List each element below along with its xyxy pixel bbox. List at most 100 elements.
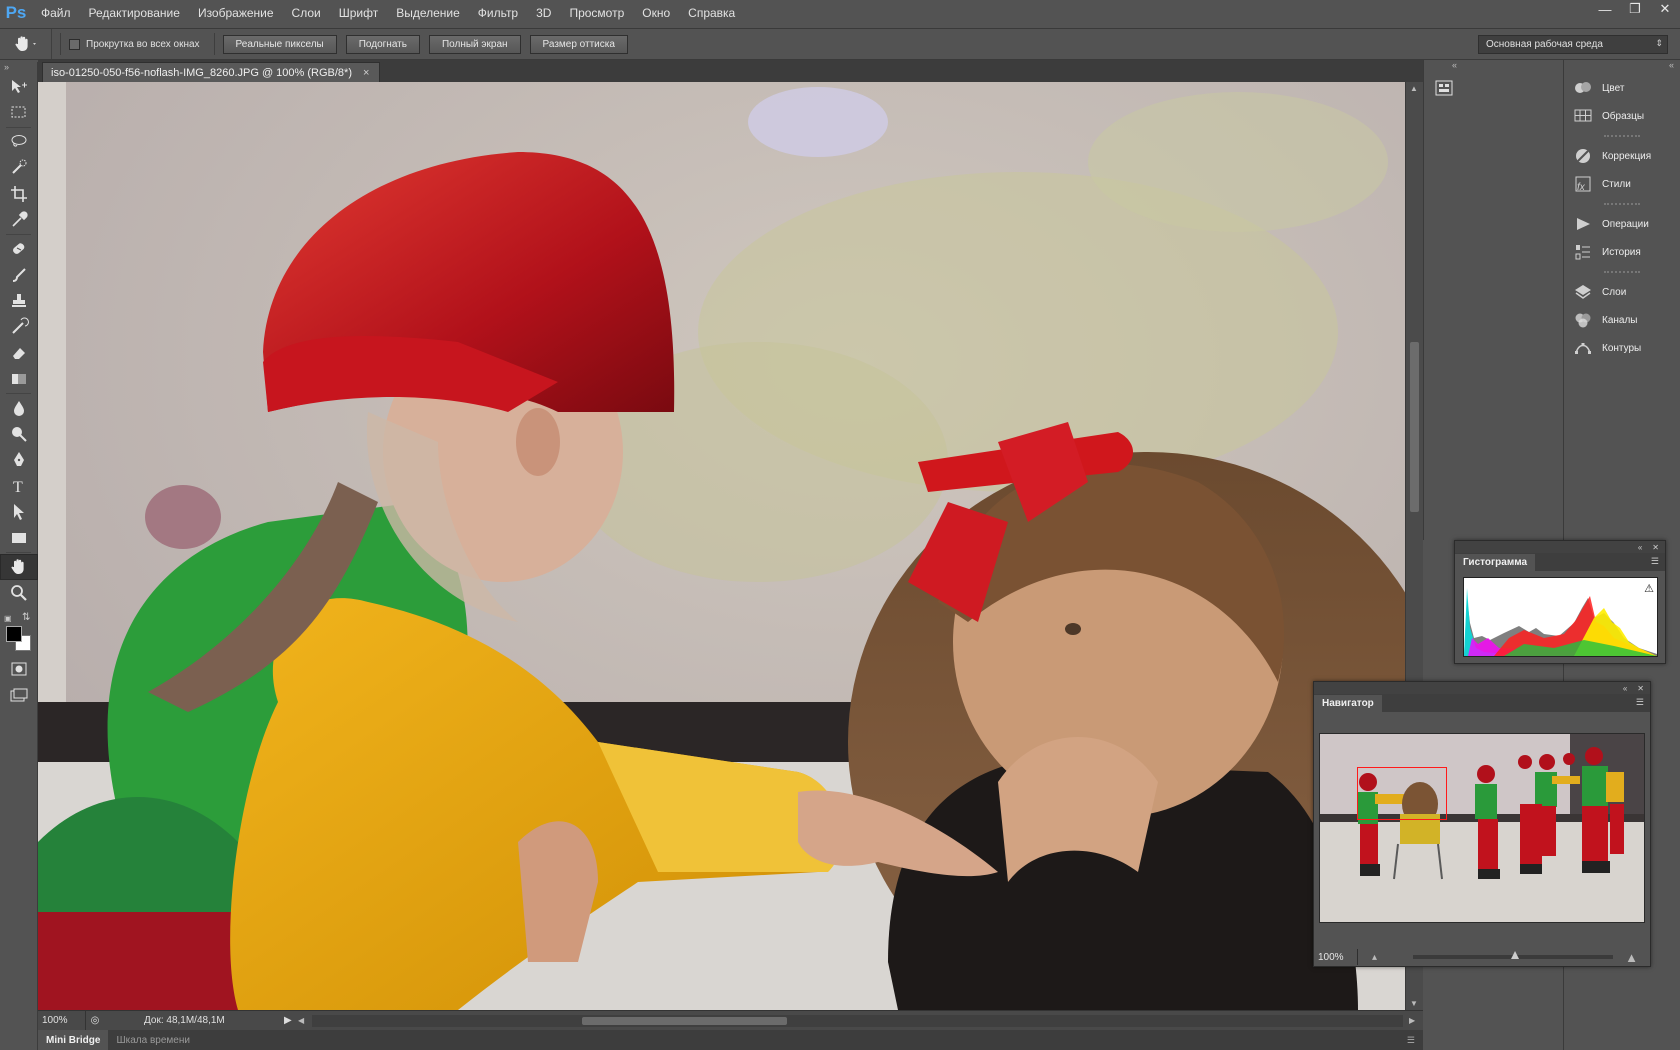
- tab-timeline[interactable]: Шкала времени: [108, 1030, 197, 1050]
- gradient-tool[interactable]: [0, 366, 38, 392]
- quick-mask-icon[interactable]: [0, 656, 38, 682]
- dock-item-paths[interactable]: Контуры: [1564, 334, 1680, 362]
- dock-item-channels[interactable]: Каналы: [1564, 306, 1680, 334]
- panel-menu-icon[interactable]: ☰: [1651, 556, 1659, 567]
- vertical-scroll-thumb[interactable]: [1410, 342, 1419, 512]
- path-select-tool[interactable]: [0, 499, 38, 525]
- hand-tool[interactable]: [0, 554, 38, 580]
- default-colors-icon[interactable]: ▣: [4, 614, 12, 623]
- menu-help[interactable]: Справка: [679, 0, 744, 26]
- navigator-preview[interactable]: [1319, 733, 1645, 923]
- menu-select[interactable]: Выделение: [387, 0, 469, 26]
- screen-mode-icon[interactable]: [0, 682, 38, 708]
- zoom-tool[interactable]: [0, 580, 38, 606]
- eraser-tool[interactable]: [0, 340, 38, 366]
- dock-group-grip[interactable]: [1564, 266, 1680, 278]
- menu-window[interactable]: Окно: [633, 0, 679, 26]
- dock-item-label: История: [1602, 246, 1641, 258]
- lasso-tool[interactable]: [0, 129, 38, 155]
- scroll-all-windows-checkbox[interactable]: Прокрутка во всех окнах: [69, 38, 200, 50]
- swap-colors-icon[interactable]: ⇅: [22, 612, 30, 623]
- restore-icon[interactable]: ❐: [1620, 0, 1650, 18]
- status-menu-arrow-icon[interactable]: ▶: [284, 1015, 298, 1026]
- menu-filter[interactable]: Фильтр: [469, 0, 527, 26]
- warning-icon[interactable]: ⚠: [1644, 582, 1654, 595]
- tab-histogram[interactable]: Гистограмма: [1455, 554, 1536, 571]
- scroll-right-icon[interactable]: ▶: [1409, 1016, 1423, 1025]
- collapse-panel-icon[interactable]: «: [1623, 684, 1627, 693]
- horizontal-scroll-thumb[interactable]: [582, 1016, 787, 1025]
- history-brush-tool[interactable]: [0, 314, 38, 340]
- panel-menu-icon[interactable]: ☰: [1407, 1035, 1423, 1046]
- panel-menu-icon[interactable]: ☰: [1636, 697, 1644, 708]
- dock-item-color[interactable]: Цвет: [1564, 74, 1680, 102]
- menu-edit[interactable]: Редактирование: [80, 0, 189, 26]
- zoom-slider-knob[interactable]: [1511, 951, 1520, 959]
- dock-item-swatches[interactable]: Образцы: [1564, 102, 1680, 130]
- scroll-down-icon[interactable]: ▼: [1410, 999, 1418, 1008]
- menu-3d[interactable]: 3D: [527, 0, 560, 26]
- eyedropper-tool[interactable]: [0, 207, 38, 233]
- close-tab-icon[interactable]: ×: [363, 67, 369, 79]
- pen-tool[interactable]: [0, 447, 38, 473]
- blur-tool[interactable]: [0, 395, 38, 421]
- type-tool[interactable]: T: [0, 473, 38, 499]
- menu-layer[interactable]: Слои: [283, 0, 330, 26]
- brush-tool[interactable]: [0, 262, 38, 288]
- tool-separator: [6, 552, 31, 553]
- menu-view[interactable]: Просмотр: [560, 0, 633, 26]
- healing-brush-tool[interactable]: [0, 236, 38, 262]
- horizontal-scrollbar[interactable]: [312, 1014, 1403, 1027]
- navigator-zoom-field[interactable]: 100%: [1314, 949, 1358, 965]
- zoom-in-icon[interactable]: ▲: [1625, 950, 1638, 965]
- navigator-view-box[interactable]: [1357, 767, 1447, 820]
- dock-item-actions[interactable]: Операции: [1564, 210, 1680, 238]
- quick-select-tool[interactable]: [0, 155, 38, 181]
- fit-screen-button[interactable]: Подогнать: [345, 34, 420, 54]
- foreground-color[interactable]: [6, 626, 22, 642]
- close-icon[interactable]: ✕: [1650, 0, 1680, 18]
- properties-icon[interactable]: [1424, 74, 1463, 102]
- rect-marquee-tool[interactable]: [0, 100, 38, 126]
- zoom-field[interactable]: 100%: [38, 1011, 86, 1030]
- collapse-strip-icon[interactable]: «: [1424, 60, 1463, 74]
- menu-image[interactable]: Изображение: [189, 0, 283, 26]
- fill-screen-button[interactable]: Полный экран: [428, 34, 521, 54]
- clone-stamp-tool[interactable]: [0, 288, 38, 314]
- print-size-button[interactable]: Размер оттиска: [529, 34, 628, 54]
- lasso-icon: [11, 135, 27, 147]
- dock-item-styles[interactable]: fx Стили: [1564, 170, 1680, 198]
- dock-item-layers[interactable]: Слои: [1564, 278, 1680, 306]
- workspace-switcher[interactable]: Основная рабочая среда ⇕: [1478, 35, 1668, 54]
- document-tab[interactable]: iso-01250-050-f56-noflash-IMG_8260.JPG @…: [42, 62, 381, 82]
- rectangle-tool[interactable]: [0, 525, 38, 551]
- status-info-icon[interactable]: ◎: [86, 1015, 104, 1026]
- tools-panel: » T ▣ ⇅: [0, 62, 38, 1050]
- dock-item-history[interactable]: История: [1564, 238, 1680, 266]
- tab-mini-bridge[interactable]: Mini Bridge: [38, 1030, 109, 1050]
- minimize-icon[interactable]: —: [1590, 0, 1620, 18]
- menu-type[interactable]: Шрифт: [330, 0, 387, 26]
- scroll-up-icon[interactable]: ▲: [1410, 84, 1418, 93]
- crop-tool[interactable]: [0, 181, 38, 207]
- dock-group-grip[interactable]: [1564, 198, 1680, 210]
- close-panel-icon[interactable]: ✕: [1637, 684, 1644, 693]
- actual-pixels-button[interactable]: Реальные пикселы: [222, 34, 337, 54]
- tool-preset-picker[interactable]: [0, 29, 52, 59]
- move-tool[interactable]: [0, 74, 38, 100]
- scroll-left-icon[interactable]: ◀: [298, 1016, 306, 1025]
- close-panel-icon[interactable]: ✕: [1652, 543, 1659, 552]
- zoom-out-icon[interactable]: ▴: [1372, 952, 1377, 963]
- collapse-icon[interactable]: »: [0, 62, 37, 74]
- image-canvas[interactable]: [38, 82, 1405, 1010]
- collapse-dock-icon[interactable]: «: [1564, 60, 1680, 74]
- dodge-tool[interactable]: [0, 421, 38, 447]
- dock-group-grip[interactable]: [1564, 130, 1680, 142]
- collapse-panel-icon[interactable]: «: [1638, 543, 1642, 552]
- navigator-zoom-slider[interactable]: [1413, 951, 1614, 959]
- tool-separator: [6, 393, 31, 394]
- actions-icon: [1577, 218, 1590, 230]
- menu-file[interactable]: Файл: [32, 0, 80, 26]
- tab-navigator[interactable]: Навигатор: [1314, 695, 1382, 712]
- dock-item-adjustments[interactable]: Коррекция: [1564, 142, 1680, 170]
